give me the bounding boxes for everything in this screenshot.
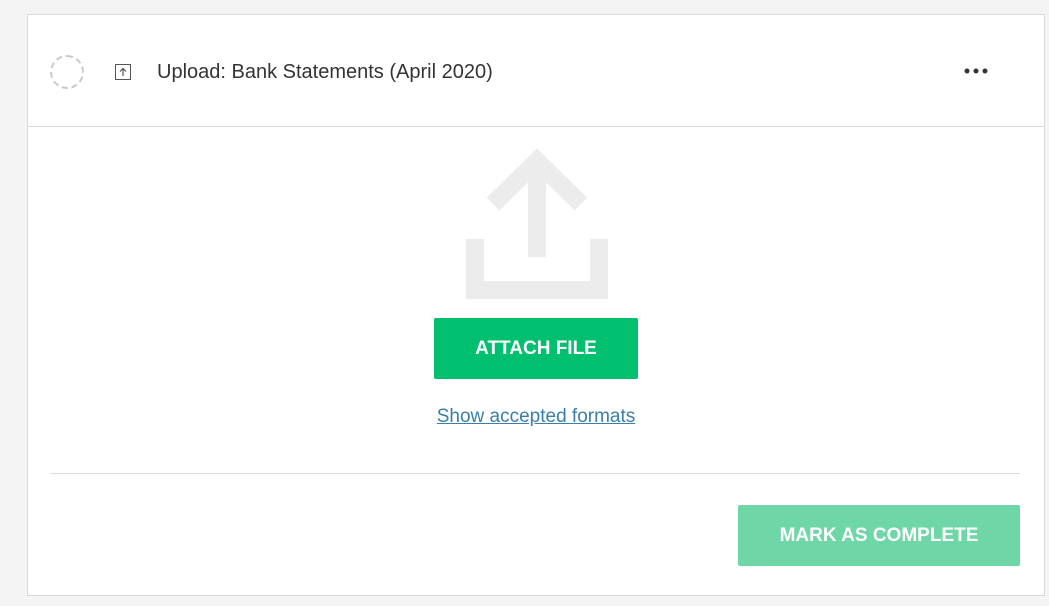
task-title: Upload: Bank Statements (April 2020) bbox=[157, 61, 493, 83]
attach-file-button[interactable]: ATTACH FILE bbox=[434, 318, 638, 379]
task-card: Upload: Bank Statements (April 2020) ATT… bbox=[27, 14, 1045, 596]
show-accepted-formats-link[interactable]: Show accepted formats bbox=[28, 406, 1044, 428]
task-header: Upload: Bank Statements (April 2020) bbox=[28, 15, 1044, 127]
footer-divider bbox=[50, 473, 1020, 474]
upload-tray-icon bbox=[466, 149, 608, 299]
upload-area: ATTACH FILE Show accepted formats bbox=[28, 127, 1044, 472]
mark-as-complete-button[interactable]: MARK AS COMPLETE bbox=[738, 505, 1020, 566]
more-options-button[interactable] bbox=[954, 57, 998, 85]
ellipsis-icon bbox=[964, 68, 988, 74]
status-circle-icon[interactable] bbox=[50, 55, 84, 89]
upload-arrow-icon bbox=[115, 64, 131, 80]
